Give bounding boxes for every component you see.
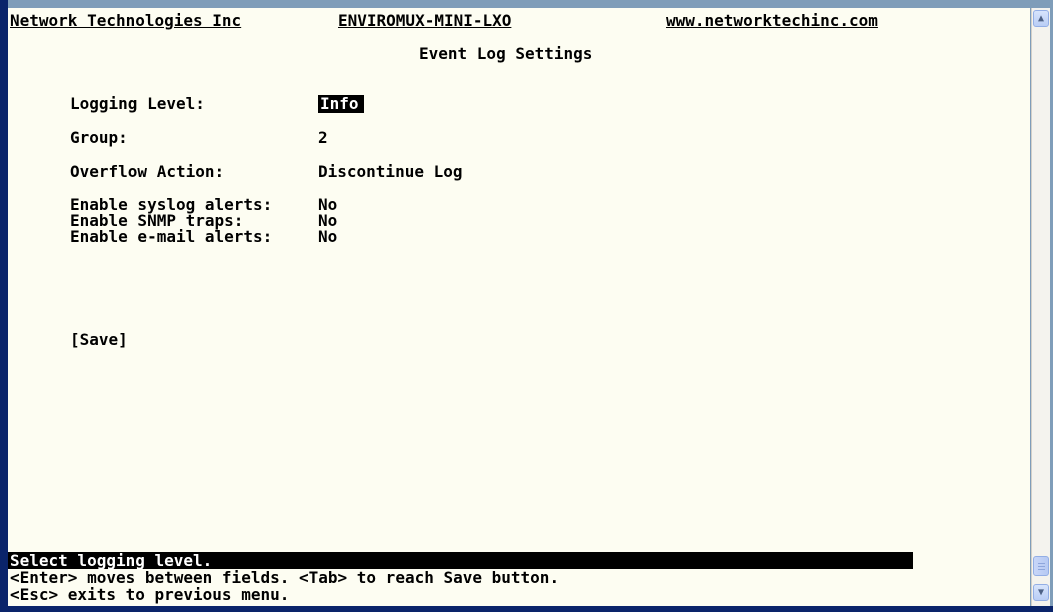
email-field[interactable]: No bbox=[318, 229, 337, 245]
logging-level-label: Logging Level: bbox=[70, 94, 205, 113]
help-line-2: <Esc> exits to previous menu. bbox=[10, 585, 290, 604]
save-button[interactable]: [Save] bbox=[70, 331, 128, 349]
scroll-thumb[interactable] bbox=[1033, 556, 1049, 576]
window-border bbox=[0, 0, 8, 612]
terminal-window: Network Technologies Inc ENVIROMUX-MINI-… bbox=[0, 0, 1053, 612]
thumb-grip bbox=[1038, 566, 1045, 567]
group-field[interactable]: 2 bbox=[318, 129, 328, 147]
vertical-scrollbar[interactable]: ▲ ▼ bbox=[1031, 8, 1050, 606]
header-company: Network Technologies Inc bbox=[10, 11, 242, 30]
thumb-grip bbox=[1038, 563, 1045, 564]
syslog-label: Enable syslog alerts: bbox=[70, 195, 273, 214]
window-border bbox=[0, 606, 1053, 612]
logging-level-field[interactable]: Info bbox=[318, 95, 364, 113]
chevron-down-icon[interactable]: ▼ bbox=[1033, 584, 1049, 601]
terminal-screen: Network Technologies Inc ENVIROMUX-MINI-… bbox=[8, 8, 1030, 608]
overflow-action-label: Overflow Action: bbox=[70, 162, 225, 181]
status-bar: Select logging level. bbox=[8, 552, 913, 570]
page-title: Event Log Settings bbox=[419, 44, 593, 63]
header-model: ENVIROMUX-MINI-LXO bbox=[338, 11, 512, 30]
header-website: www.networktechinc.com bbox=[666, 11, 878, 30]
snmp-label: Enable SNMP traps: bbox=[70, 211, 244, 230]
group-label: Group: bbox=[70, 128, 128, 147]
syslog-field[interactable]: No bbox=[318, 197, 337, 213]
email-label: Enable e-mail alerts: bbox=[70, 227, 273, 246]
overflow-action-field[interactable]: Discontinue Log bbox=[318, 163, 463, 181]
snmp-field[interactable]: No bbox=[318, 213, 337, 229]
help-line-1: <Enter> moves between fields. <Tab> to r… bbox=[10, 568, 560, 587]
thumb-grip bbox=[1038, 569, 1045, 570]
chevron-up-icon[interactable]: ▲ bbox=[1033, 10, 1049, 27]
